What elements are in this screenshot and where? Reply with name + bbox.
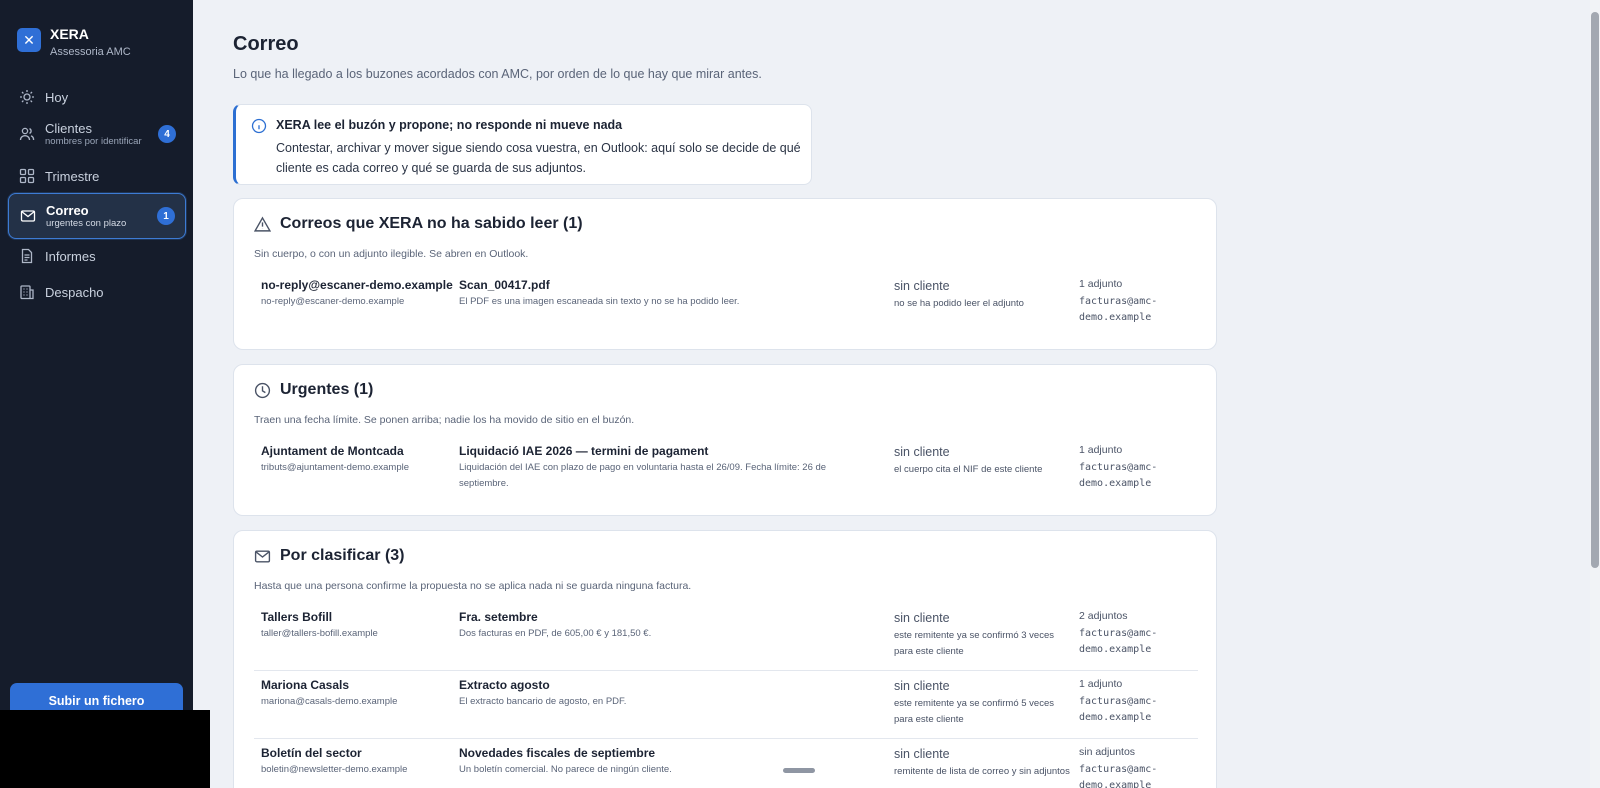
sidebar-item-label: Hoy bbox=[45, 89, 69, 105]
brand-name: XERA bbox=[50, 26, 89, 42]
mailbox-address: facturas@amc- bbox=[1079, 696, 1158, 707]
section-title: Por clasificar (3) bbox=[280, 547, 405, 564]
brand[interactable]: ✕ XERA Assessoria AMC bbox=[17, 26, 131, 59]
mailbox-address-cont: demo.example bbox=[1079, 780, 1152, 788]
sender-name: Boletín del sector bbox=[261, 746, 362, 760]
section-subtitle: Sin cuerpo, o con un adjunto ilegible. S… bbox=[254, 248, 529, 260]
sender-name: no-reply@escaner-demo.example bbox=[261, 278, 453, 292]
section-subtitle: Traen una fecha límite. Se ponen arriba;… bbox=[254, 414, 635, 426]
mail-subject: Scan_00417.pdf bbox=[459, 278, 550, 292]
sender-name: Tallers Bofill bbox=[261, 610, 333, 624]
sidebar-item-label: Clientes bbox=[45, 120, 92, 136]
client-status: sin cliente bbox=[894, 279, 950, 293]
scrollbar-thumb[interactable] bbox=[1591, 12, 1599, 568]
client-reason: no se ha podido leer el adjunto bbox=[894, 298, 1024, 309]
grid-icon bbox=[18, 167, 36, 185]
section-subtitle: Hasta que una persona confirme la propue… bbox=[254, 580, 692, 592]
info-notice: XERA lee el buzón y propone; no responde… bbox=[233, 104, 812, 185]
mailbox-address-cont: demo.example bbox=[1079, 644, 1152, 655]
sidebar-item-despacho[interactable]: Despacho bbox=[8, 270, 186, 314]
mail-subject: Extracto agosto bbox=[459, 678, 550, 692]
page-title: Correo bbox=[233, 33, 299, 55]
count-badge: 1 bbox=[157, 207, 175, 225]
sender-email: boletin@newsletter-demo.example bbox=[261, 764, 408, 775]
main-content: Correo Lo que ha llegado a los buzones a… bbox=[193, 0, 1600, 788]
notice-body: Contestar, archivar y mover sigue siendo… bbox=[276, 141, 801, 175]
mail-subject: Novedades fiscales de septiembre bbox=[459, 746, 656, 760]
client-status: sin cliente bbox=[894, 445, 950, 459]
client-reason: remitente de lista de correo y sin adjun… bbox=[894, 766, 1070, 777]
sender-email: taller@tallers-bofill.example bbox=[261, 628, 378, 639]
mailbox-address-cont: demo.example bbox=[1079, 312, 1152, 323]
sidebar-item-sublabel: nombres por identificar bbox=[45, 135, 142, 147]
attachment-count: sin adjuntos bbox=[1079, 746, 1136, 758]
sidebar-item-label: Correo bbox=[46, 202, 89, 218]
mail-description: El PDF es una imagen escaneada sin texto… bbox=[459, 296, 740, 307]
sender-email: no-reply@escaner-demo.example bbox=[261, 296, 405, 307]
client-reason: este remitente ya se confirmó 5 veces pa… bbox=[894, 698, 1054, 725]
client-status: sin cliente bbox=[894, 679, 950, 693]
drag-handle[interactable] bbox=[783, 768, 815, 773]
mail-row[interactable]: Boletín del sector boletin@newsletter-de… bbox=[254, 739, 1198, 788]
attachment-count: 2 adjuntos bbox=[1079, 610, 1128, 622]
client-reason: este remitente ya se confirmó 3 veces pa… bbox=[894, 630, 1054, 657]
clock-icon bbox=[254, 382, 271, 398]
sender-email: tributs@ajuntament-demo.example bbox=[261, 462, 409, 473]
mail-subject: Liquidació IAE 2026 — termini de pagamen… bbox=[459, 444, 709, 458]
attachment-count: 1 adjunto bbox=[1079, 678, 1123, 690]
mail-row[interactable]: Mariona Casals mariona@casals-demo.examp… bbox=[254, 671, 1198, 739]
mailbox-address: facturas@amc- bbox=[1079, 764, 1158, 775]
mail-description: Dos facturas en PDF, de 605,00 € y 181,5… bbox=[459, 628, 652, 639]
sidebar-item-label: Despacho bbox=[45, 284, 104, 300]
brand-subtitle: Assessoria AMC bbox=[50, 46, 131, 58]
section-unreadable: Correos que XERA no ha sabido leer (1) S… bbox=[233, 198, 1217, 350]
mail-description: El extracto bancario de agosto, en PDF. bbox=[459, 696, 627, 707]
mail-row[interactable]: Ajuntament de Montcada tributs@ajuntamen… bbox=[254, 437, 1198, 503]
mail-subject: Fra. setembre bbox=[459, 610, 538, 624]
mail-icon bbox=[254, 549, 271, 563]
mailbox-address: facturas@amc- bbox=[1079, 296, 1158, 307]
client-status: sin cliente bbox=[894, 747, 950, 761]
sidebar-item-label: Trimestre bbox=[45, 168, 100, 184]
mailbox-address-cont: demo.example bbox=[1079, 712, 1152, 723]
scrollbar[interactable] bbox=[1590, 0, 1600, 788]
mailbox-address: facturas@amc- bbox=[1079, 628, 1158, 639]
mail-description: Liquidación del IAE con plazo de pago en… bbox=[459, 462, 827, 489]
document-icon bbox=[18, 247, 36, 265]
mailbox-address: facturas@amc- bbox=[1079, 462, 1158, 473]
sender-email: mariona@casals-demo.example bbox=[261, 696, 398, 707]
page-subtitle: Lo que ha llegado a los buzones acordado… bbox=[233, 67, 762, 81]
sun-icon bbox=[18, 88, 36, 106]
sidebar-item-label: Informes bbox=[45, 248, 96, 264]
notice-title: XERA lee el buzón y propone; no responde… bbox=[276, 118, 623, 132]
sidebar: ✕ XERA Assessoria AMC Hoy Clientes nombr… bbox=[0, 0, 193, 788]
sender-name: Ajuntament de Montcada bbox=[261, 444, 404, 458]
client-reason: el cuerpo cita el NIF de este cliente bbox=[894, 464, 1043, 475]
warning-icon bbox=[254, 216, 271, 232]
client-status: sin cliente bbox=[894, 611, 950, 625]
brand-logo-icon: ✕ bbox=[17, 28, 41, 52]
attachment-count: 1 adjunto bbox=[1079, 278, 1123, 290]
section-urgent: Urgentes (1) Traen una fecha límite. Se … bbox=[233, 364, 1217, 516]
section-title: Correos que XERA no ha sabido leer (1) bbox=[280, 215, 583, 232]
sender-name: Mariona Casals bbox=[261, 678, 350, 692]
section-to-classify: Por clasificar (3) Hasta que una persona… bbox=[233, 530, 1217, 788]
mail-row[interactable]: Tallers Bofill taller@tallers-bofill.exa… bbox=[254, 603, 1198, 671]
sidebar-item-clientes[interactable]: Clientes nombres por identificar 4 bbox=[8, 112, 186, 156]
sidebar-item-correo[interactable]: Correo urgentes con plazo 1 bbox=[8, 193, 186, 239]
building-icon bbox=[18, 283, 36, 301]
count-badge: 4 bbox=[158, 125, 176, 143]
sidebar-item-sublabel: urgentes con plazo bbox=[46, 217, 127, 229]
attachment-count: 1 adjunto bbox=[1079, 444, 1123, 456]
sidebar-item-trimestre[interactable]: Trimestre bbox=[8, 154, 186, 198]
screen-overlay bbox=[0, 710, 210, 788]
mail-icon bbox=[19, 207, 37, 225]
users-icon bbox=[18, 125, 36, 143]
mailbox-address-cont: demo.example bbox=[1079, 478, 1152, 489]
mail-row[interactable]: no-reply@escaner-demo.example no-reply@e… bbox=[254, 271, 1198, 337]
info-icon bbox=[251, 118, 267, 134]
section-title: Urgentes (1) bbox=[280, 381, 374, 398]
